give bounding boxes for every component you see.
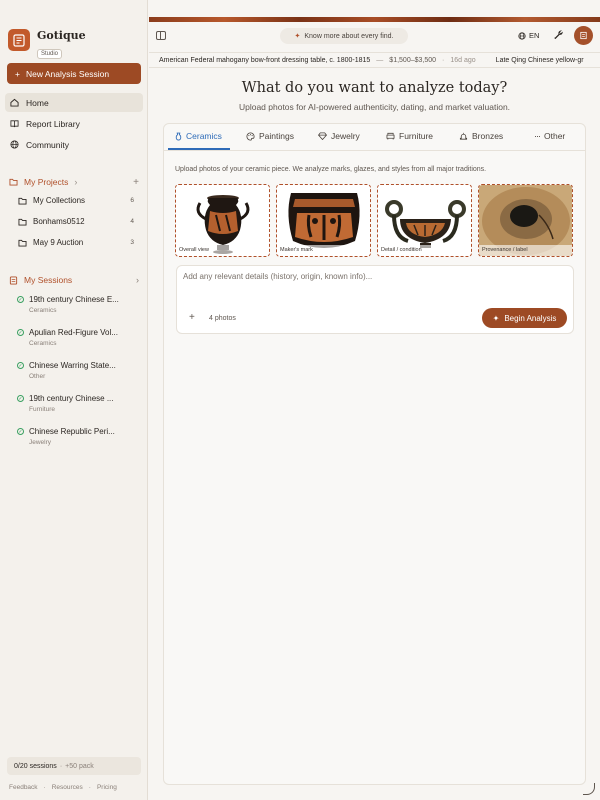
session-item[interactable]: ✓ Apulian Red-Figure Vol... Ceramics [17,328,141,347]
sidebar-item-home[interactable]: Home [5,93,143,112]
details-box: + 4 photos ✦ Begin Analysis [176,265,574,334]
check-circle-icon: ✓ [17,296,24,303]
language-selector[interactable]: EN [518,31,539,40]
brand[interactable]: Gotique Studio [8,29,86,60]
begin-analysis-button[interactable]: ✦ Begin Analysis [482,308,567,328]
ticker-item-age: 16d ago [450,56,476,64]
home-icon [10,98,19,107]
project-item[interactable]: My Collections 6 [18,196,138,205]
photo-count: 4 photos [209,315,236,322]
photo-label: Overall view [176,245,269,256]
photo-slot-makers-mark[interactable]: Maker's mark [276,184,371,257]
ticker-item-price: $1,500–$3,500 [389,56,437,64]
new-analysis-session-button[interactable]: + New Analysis Session [7,63,141,84]
recent-results-ticker: American Federal mahogany bow-front dres… [149,52,600,68]
page-title: What do you want to analyze today? [241,80,508,96]
my-sessions-header[interactable]: My Sessions › [9,275,139,285]
sparkle-icon: ✦ [492,313,500,323]
wrench-icon[interactable] [553,30,563,41]
check-circle-icon: ✓ [17,428,24,435]
add-photo-button[interactable]: + [189,312,195,323]
photo-slot-detail[interactable]: Detail / condition [377,184,472,257]
photo-label: Detail / condition [378,245,471,256]
feedback-link[interactable]: Feedback [9,784,38,791]
globe-icon [10,140,19,149]
top-bar: ✦ Know more about every find. EN [149,22,600,50]
globe-icon [518,31,526,40]
scroll-icon [9,275,18,285]
brand-name: Gotique [37,29,86,42]
tab-bronzes[interactable]: Bronzes [459,131,503,141]
folder-icon [18,197,27,205]
tab-ceramics[interactable]: Ceramics [175,131,222,141]
add-project-button[interactable]: + [133,177,139,188]
sidebar-toggle-icon[interactable] [156,31,166,40]
session-item[interactable]: ✓ Chinese Republic Peri... Jewelry [17,427,141,446]
brand-badge: Studio [37,49,63,59]
check-circle-icon: ✓ [17,362,24,369]
sidebar: Gotique Studio + New Analysis Session Ho… [0,0,148,800]
ticker-item-title[interactable]: American Federal mahogany bow-front dres… [159,57,370,64]
project-item[interactable]: Bonhams0512 4 [18,217,138,226]
avatar[interactable] [574,26,593,45]
folder-icon [18,218,27,226]
page-subtitle: Upload photos for AI-powered authenticit… [238,102,511,112]
user-icon [580,31,587,40]
check-circle-icon: ✓ [17,329,24,336]
buy-pack-link[interactable]: +50 pack [65,763,94,770]
project-item[interactable]: May 9 Auction 3 [18,238,138,247]
check-circle-icon: ✓ [17,395,24,402]
tab-jewelry[interactable]: Jewelry [318,131,360,141]
more-icon: ··· [534,131,541,141]
session-item[interactable]: ✓ 19th century Chinese E... Ceramics [17,295,141,314]
vase-icon [175,132,182,140]
tab-other[interactable]: ··· Other [534,131,565,141]
chevron-right-icon: › [74,177,78,187]
gem-icon [318,132,327,140]
photo-slot-overall[interactable]: Overall view [175,184,270,257]
folder-icon [18,239,27,247]
chevron-right-icon[interactable]: › [136,275,139,285]
resize-handle-icon[interactable] [583,783,595,795]
analysis-panel: Ceramics Paintings Jewelry Furniture Bro… [163,123,586,785]
sidebar-item-community[interactable]: Community [5,135,143,154]
ticker-item-title[interactable]: Late Qing Chinese yellow-gr [496,57,584,64]
footer-links: Feedback · Resources · Pricing [9,784,117,791]
sofa-icon [386,132,395,140]
tagline-pill[interactable]: ✦ Know more about every find. [280,28,408,44]
bell-icon [459,132,468,140]
pricing-link[interactable]: Pricing [97,784,117,791]
logo-icon [8,29,30,51]
my-projects-header[interactable]: My Projects › + [9,177,139,188]
active-tab-indicator [168,148,230,150]
tab-furniture[interactable]: Furniture [386,131,433,141]
plus-icon: + [15,68,20,79]
session-item[interactable]: ✓ Chinese Warring State... Other [17,361,141,380]
book-icon [10,120,19,128]
palette-icon [246,131,255,141]
photo-label: Provenance / label [479,245,572,256]
tab-paintings[interactable]: Paintings [246,131,294,141]
folder-icon [9,178,18,186]
photo-slot-provenance[interactable]: Provenance / label [478,184,573,257]
sparkle-icon: ✦ [294,33,301,40]
category-tabs: Ceramics Paintings Jewelry Furniture Bro… [164,124,585,151]
session-item[interactable]: ✓ 19th century Chinese ... Furniture [17,394,141,413]
details-input[interactable] [183,272,563,298]
upload-hint: Upload photos of your ceramic piece. We … [175,166,487,173]
photo-label: Maker's mark [277,245,370,256]
usage-meter[interactable]: 0/20 sessions · +50 pack [7,757,141,775]
sidebar-item-report-library[interactable]: Report Library [5,114,143,133]
resources-link[interactable]: Resources [52,784,83,791]
